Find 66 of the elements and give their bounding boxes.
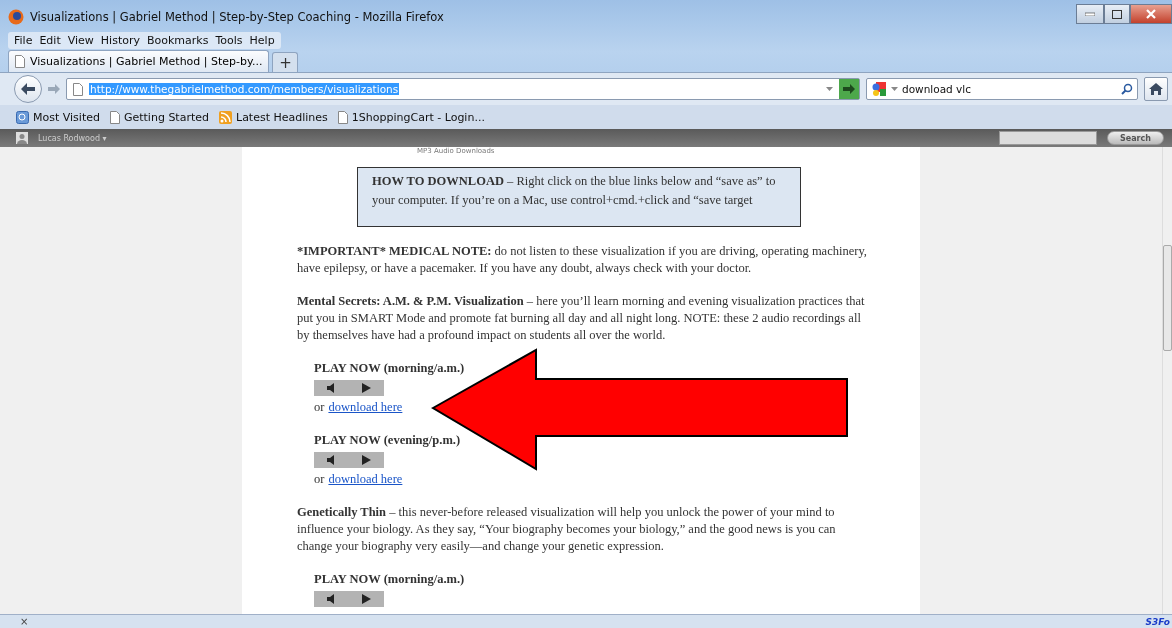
play-label: PLAY NOW (morning/a.m.) <box>314 571 465 588</box>
back-button[interactable] <box>14 75 42 103</box>
close-button[interactable] <box>1130 4 1172 24</box>
browser-tab[interactable]: Visualizations | Gabriel Method | Step-by... <box>8 50 270 72</box>
play-icon <box>362 594 372 604</box>
new-tab-button[interactable]: + <box>272 52 299 72</box>
go-button[interactable] <box>839 79 859 99</box>
paragraph: Mental Secrets: A.M. & P.M. Visualization – here you’ll learn morning and evening visualization practices that put you in SMART Mode and promote fat burning all day and all night long. NOTE: these 2 audio recordings all by themselves have had a profound impact on students all over the world. <box>297 293 866 344</box>
maximize-button[interactable] <box>1104 4 1130 24</box>
speaker-icon <box>326 594 337 604</box>
bookmark-item[interactable]: Most Visited <box>16 110 100 124</box>
dropdown-icon[interactable] <box>826 87 833 91</box>
audio-player[interactable] <box>314 380 384 396</box>
menu-item[interactable]: Help <box>246 33 278 48</box>
feed-icon <box>219 110 232 124</box>
menu-item[interactable]: History <box>97 33 143 48</box>
scrollbar[interactable] <box>1162 147 1172 614</box>
bookmark-item[interactable]: 1ShoppingCart - Login... <box>337 110 485 124</box>
url-text: http://www.thegabrielmethod.com/members/visualizations <box>89 83 400 95</box>
addon-label[interactable]: S3Fo <box>1145 616 1170 627</box>
search-icon[interactable] <box>1121 83 1133 95</box>
folder-search-icon <box>16 110 29 124</box>
page-icon <box>337 110 348 124</box>
paragraph: Genetically Thin – this never-before released visualization will help you unlock the power of your mind to influence your biology. As they say, “Your biography becomes your biology,” and the good news is you can change your biography very easily—and change your genetic expression. <box>297 504 837 555</box>
menu-item[interactable]: Tools <box>212 33 246 48</box>
minimize-icon <box>1085 12 1095 16</box>
play-icon <box>362 383 372 393</box>
back-arrow-icon <box>21 83 35 95</box>
browser-logo-icon <box>8 9 24 25</box>
audio-player[interactable] <box>314 452 384 468</box>
play-label: PLAY NOW (evening/p.m.) <box>314 432 461 449</box>
close-icon <box>1146 9 1156 19</box>
page-icon <box>73 82 83 96</box>
close-addon-bar[interactable]: × <box>20 616 29 627</box>
search-button[interactable]: Search <box>1107 131 1164 145</box>
search-field[interactable]: download vlc <box>866 78 1138 100</box>
dropdown-icon[interactable] <box>891 87 898 91</box>
menu-item[interactable]: View <box>64 33 97 48</box>
notice-box: HOW TO DOWNLOAD – Right click on the blue links below and “save as” to your computer. If you’re on a Mac, use control+cmd.+click and “save target <box>357 167 801 227</box>
download-link[interactable]: download here <box>328 399 403 416</box>
bookmark-item[interactable]: Latest Headlines <box>219 110 328 124</box>
avatar-icon[interactable] <box>16 132 28 144</box>
menu-item[interactable]: File <box>11 33 36 48</box>
page-icon <box>109 110 120 124</box>
download-link[interactable]: download here <box>328 471 403 488</box>
maximize-icon <box>1112 9 1122 19</box>
audio-player[interactable] <box>314 591 384 607</box>
home-button[interactable] <box>1144 77 1168 101</box>
toolbar-search-field[interactable] <box>999 131 1098 145</box>
speaker-icon <box>326 383 337 393</box>
menu-item[interactable]: Edit <box>36 33 64 48</box>
page-icon <box>15 55 25 68</box>
home-icon <box>1149 83 1163 95</box>
search-text: download vlc <box>902 83 972 95</box>
play-label: PLAY NOW (morning/a.m.) <box>314 360 465 377</box>
link-prefix: or <box>314 399 325 416</box>
arrow-right-icon <box>843 84 855 94</box>
bookmark-item[interactable]: Getting Started <box>109 110 209 124</box>
menu-item[interactable]: Bookmarks <box>144 33 212 48</box>
play-icon <box>362 455 372 465</box>
speaker-icon <box>326 455 337 465</box>
minimize-button[interactable] <box>1076 4 1104 24</box>
link-prefix: or <box>314 471 325 488</box>
window-title: Visualizations | Gabriel Method | Step-by-Step Coaching - Mozilla Firefox <box>30 10 445 24</box>
search-engine-icon <box>871 81 887 97</box>
paragraph: *IMPORTANT* MEDICAL NOTE: do not listen to these visualization if you are driving, operating machinery, have epilepsy, or have a pacemaker. If you have any doubt, always check with your doctor. <box>297 243 867 277</box>
